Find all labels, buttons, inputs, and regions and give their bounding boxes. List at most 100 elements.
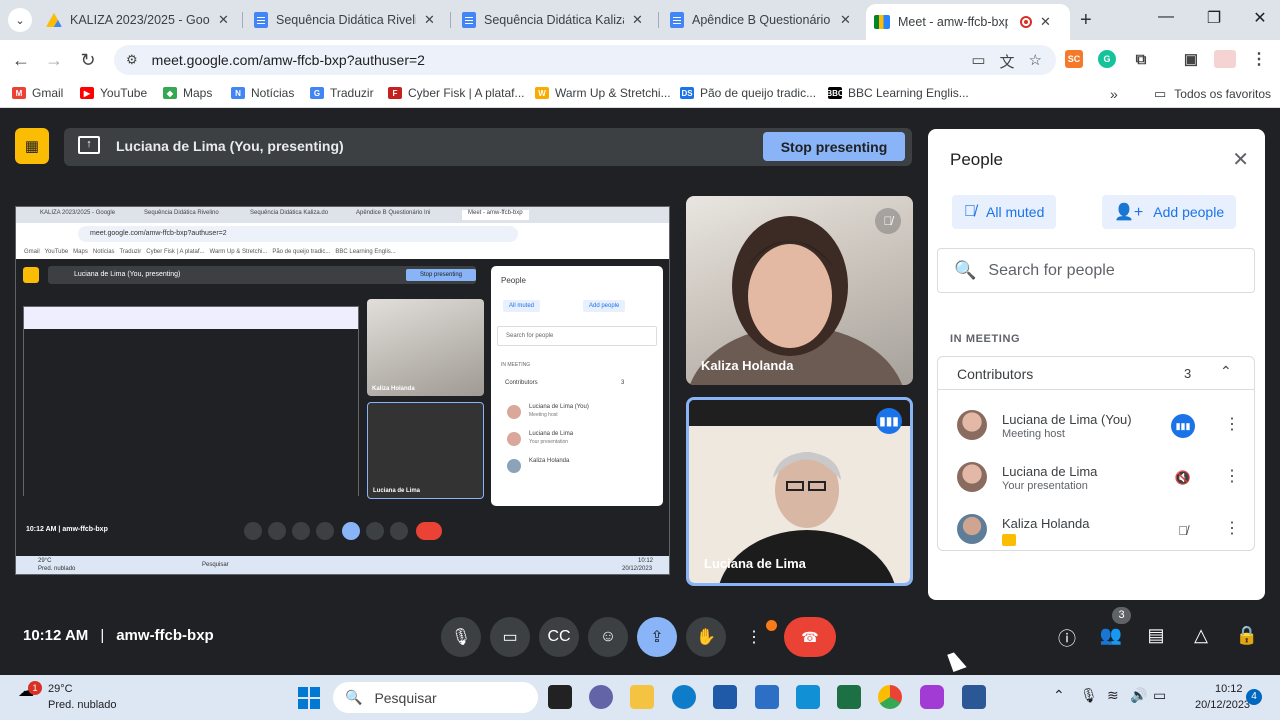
bookmark-paodequeijo[interactable]: DS Pão de queijo tradic... [680, 86, 816, 100]
teams-icon[interactable] [589, 685, 613, 709]
tab-search-dropdown[interactable]: ⌄ [8, 8, 32, 32]
tab-apendice-b[interactable]: Apêndice B Questionário Ini ✕ [662, 7, 859, 33]
windows-taskbar: ☁ 1 29°C Pred. nublado 🔍 Pesquisar ⌃ 🎙 ≋… [0, 675, 1280, 720]
close-window-icon[interactable]: ✕ [1240, 8, 1280, 28]
lock-person-icon: 🔒 [1235, 625, 1259, 645]
store-icon[interactable] [713, 685, 737, 709]
mail-icon[interactable] [755, 685, 779, 709]
close-icon[interactable]: ✕ [424, 12, 435, 28]
all-muted-label: All muted [986, 204, 1045, 220]
hand-icon: ✋ [696, 629, 716, 646]
nested-tab: Sequência Didática Kaliza.do [250, 210, 329, 216]
weather-alert-badge: 1 [28, 681, 42, 695]
all-bookmarks[interactable]: ▭ Todos os favoritos [1154, 86, 1271, 102]
avatar [957, 462, 987, 492]
raise-hand-button[interactable]: ✋ [686, 617, 726, 657]
speaker-icon[interactable]: 🔊 [1130, 687, 1147, 704]
remote-desktop-icon[interactable] [796, 685, 820, 709]
show-hidden-icons[interactable]: ⌃ [1053, 687, 1065, 704]
side-panel-icon[interactable]: ▣ [1182, 50, 1200, 68]
meeting-details-button[interactable]: ⓘ [1054, 625, 1080, 651]
bookmark-maps[interactable]: ◆ Maps [163, 86, 212, 100]
minimize-icon[interactable]: — [1146, 8, 1186, 26]
maps-icon: ◆ [163, 87, 177, 99]
close-icon[interactable]: ✕ [1232, 147, 1249, 172]
bookmark-cyberfisk[interactable]: F Cyber Fisk | A plataf... [388, 86, 525, 100]
translate-icon[interactable]: 文 [1000, 51, 1015, 72]
site-info-icon[interactable]: ⚙ [126, 52, 138, 68]
add-people-button[interactable]: 👤+ Add people [1102, 195, 1237, 229]
camera-button[interactable]: ▭ [490, 617, 530, 657]
video-tile-luciana[interactable]: ▮▮▮ Luciana de Lima [686, 397, 913, 586]
forward-icon[interactable]: → [42, 48, 66, 72]
people-button[interactable]: 👥 [1098, 625, 1124, 646]
clock-time[interactable]: 10:12 [1215, 683, 1243, 695]
more-options-icon[interactable]: ⋮ [1224, 466, 1240, 486]
stop-presenting-button[interactable]: Stop presenting [763, 132, 905, 161]
address-bar[interactable]: ⚙ meet.google.com/amw-ffcb-bxp?authuser=… [114, 45, 1056, 75]
camera-permission-icon[interactable]: ▭ [971, 51, 985, 72]
bookmark-traduzir[interactable]: G Traduzir [310, 86, 374, 100]
reactions-button[interactable]: ☺ [588, 617, 628, 657]
close-icon[interactable]: ✕ [1040, 14, 1051, 30]
bookmark-gmail[interactable]: M Gmail [12, 86, 63, 100]
bookmark-star-icon[interactable]: ☆ [1029, 51, 1042, 72]
bookmark-bbc[interactable]: BBC BBC Learning Englis... [826, 86, 968, 100]
speaking-indicator-icon: ▮▮▮ [1171, 414, 1195, 438]
present-now-button[interactable]: ⇪ [637, 617, 677, 657]
video-tile-kaliza[interactable]: 🎙̸ Kaliza Holanda [686, 196, 913, 385]
all-muted-button[interactable]: 🎙̸ All muted [952, 195, 1057, 229]
bookmark-warmup[interactable]: W Warm Up & Stretchi... [535, 86, 671, 100]
more-options-icon[interactable]: ⋮ [1224, 518, 1240, 538]
reload-icon[interactable]: ↻ [76, 48, 100, 72]
notification-dot [766, 620, 777, 631]
edge-icon[interactable] [672, 685, 696, 709]
microphone-tray-icon[interactable]: 🎙 [1080, 687, 1098, 704]
chevron-up-icon[interactable]: ⌃ [1220, 363, 1232, 380]
task-view-icon[interactable] [548, 685, 572, 709]
new-tab-button[interactable]: + [1080, 9, 1092, 32]
more-bookmarks-icon[interactable]: » [1110, 86, 1118, 102]
contributors-header[interactable]: Contributors 3 ⌃ [938, 357, 1254, 390]
taskbar-search[interactable]: 🔍 Pesquisar [333, 682, 538, 713]
tab-sequencia-rivelino[interactable]: Sequência Didática Rivelino ✕ [246, 7, 443, 33]
excel-icon[interactable] [837, 685, 861, 709]
bookmark-noticias[interactable]: N Notícias [231, 86, 294, 100]
close-icon[interactable]: ✕ [218, 12, 229, 28]
leave-call-button[interactable]: ☎ [784, 617, 836, 657]
screen-recorder-icon[interactable] [920, 685, 944, 709]
tab-kaliza-drive[interactable]: KALIZA 2023/2025 - Google ✕ [38, 7, 237, 33]
back-icon[interactable]: ← [9, 48, 33, 72]
close-icon[interactable]: ✕ [840, 12, 851, 28]
extension-sc-icon[interactable]: SC [1065, 50, 1083, 68]
menu-icon[interactable]: ⋮ [1250, 50, 1268, 68]
bookmark-youtube[interactable]: ▶ YouTube [80, 86, 147, 100]
word-icon[interactable] [962, 685, 986, 709]
nested-person-name: Luciana de Lima (You) [529, 404, 589, 410]
start-button[interactable] [298, 687, 320, 709]
file-explorer-icon[interactable] [630, 685, 654, 709]
battery-icon[interactable]: ▭ [1153, 687, 1166, 704]
bookmark-label: Notícias [251, 86, 295, 100]
host-controls-button[interactable]: 🔒 [1234, 625, 1260, 646]
notification-badge[interactable]: 4 [1246, 689, 1262, 705]
tab-meet[interactable]: Meet - amw-ffcb-bxp ✕ [866, 4, 1070, 40]
microphone-button[interactable]: 🎙 [441, 617, 481, 657]
close-icon[interactable]: ✕ [632, 12, 643, 28]
restore-icon[interactable]: ❐ [1194, 8, 1234, 28]
captions-button[interactable]: CC [539, 617, 579, 657]
wifi-icon[interactable]: ≋ [1107, 687, 1119, 704]
profile-avatar[interactable] [1214, 50, 1236, 68]
chat-button[interactable]: ▤ [1143, 625, 1169, 646]
search-people-input[interactable]: 🔍 Search for people [937, 248, 1255, 293]
nested-bookmark: YouTube [44, 249, 69, 255]
more-options-icon[interactable]: ⋮ [1224, 414, 1240, 434]
bookmark-label: Gmail [32, 86, 64, 100]
activities-button[interactable]: △ [1188, 625, 1214, 646]
nested-tile-name: Kaliza Holanda [372, 386, 415, 392]
tab-sequencia-kaliza[interactable]: Sequência Didática Kaliza.do ✕ [454, 7, 651, 33]
extensions-icon[interactable]: ⧉ [1132, 50, 1150, 68]
grammarly-icon[interactable]: G [1098, 50, 1116, 68]
clock-date[interactable]: 20/12/2023 [1195, 699, 1250, 711]
chrome-icon[interactable] [878, 685, 902, 709]
